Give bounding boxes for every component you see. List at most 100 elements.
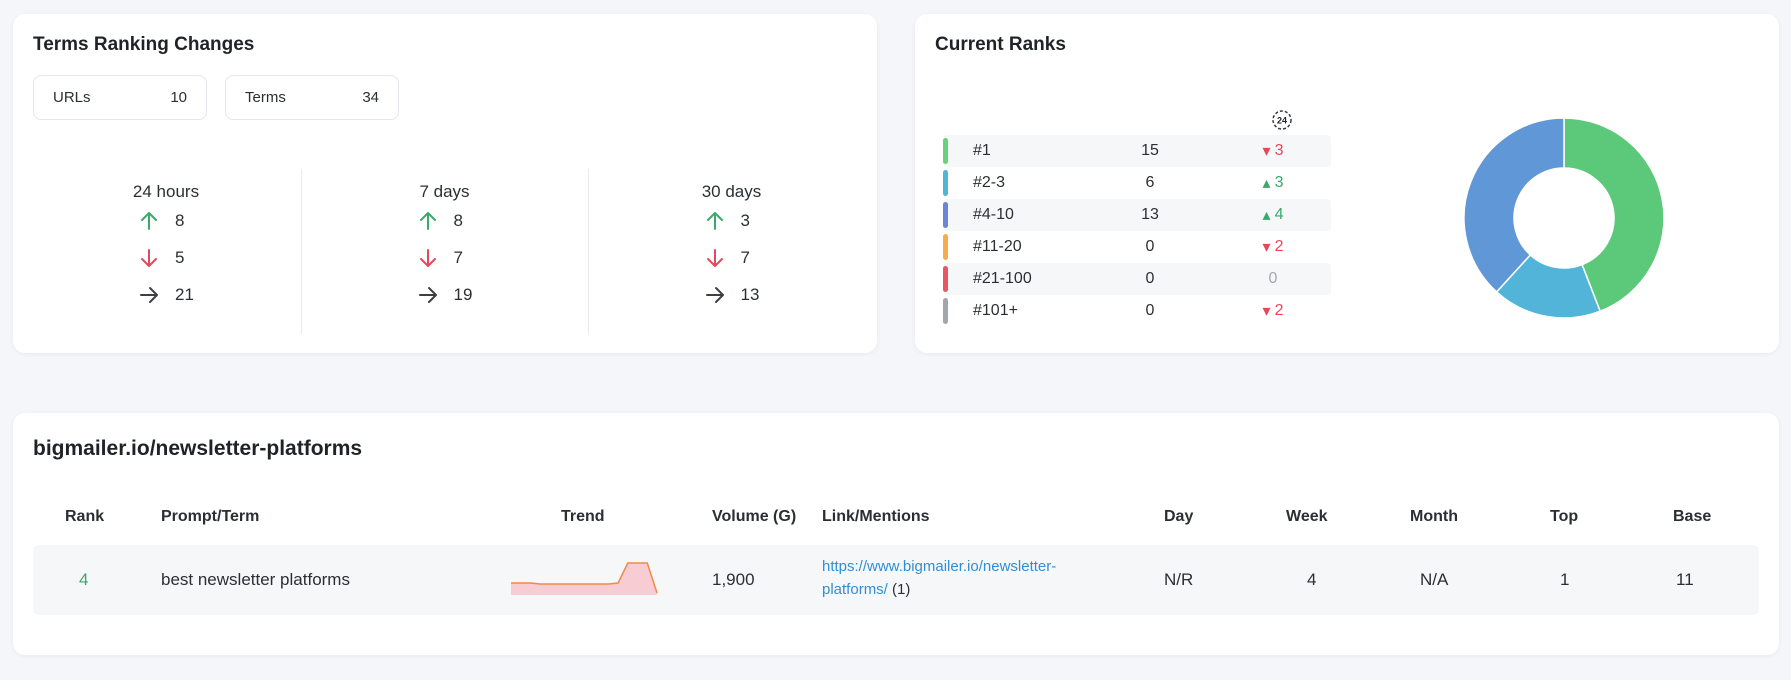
rank-count: 0: [1145, 238, 1155, 255]
flat-count: 19: [453, 284, 473, 304]
period-30d: 30 days 3 7 13: [588, 169, 874, 334]
rank-color-bar: [943, 234, 948, 260]
rank-label: #2-3: [973, 174, 1006, 191]
change-down: 7: [589, 239, 874, 276]
period-24h: 24 hours 8 5 21: [23, 169, 309, 334]
arrow-right-icon: [695, 286, 735, 304]
rank-row: #11-20 0 ▾ 2: [943, 231, 1331, 263]
change-down: 5: [23, 239, 309, 276]
rank-color-bar: [943, 138, 948, 164]
rank-row: #4-10 13 ▴ 4: [943, 199, 1331, 231]
trend-area: [511, 563, 657, 595]
header-month[interactable]: Month: [1410, 508, 1458, 526]
urls-summary: URLs 10: [33, 75, 207, 120]
cell-volume: 1,900: [712, 570, 755, 589]
rank-delta: ▾ 2: [1243, 301, 1303, 321]
link-line-1: https://www.bigmailer.io/newsletter-: [822, 558, 1057, 575]
cell-day: N/R: [1164, 570, 1194, 589]
donut-svg: [1463, 117, 1665, 319]
arrow-up-icon: [408, 211, 448, 231]
header-rank[interactable]: Rank: [65, 508, 104, 526]
up-count: 3: [740, 210, 750, 230]
rank-count: 6: [1145, 174, 1155, 191]
terms-label: Terms: [245, 89, 286, 106]
rank-label: #11-20: [973, 238, 1022, 255]
cell-term: best newsletter platforms: [161, 570, 350, 589]
rank-row: #101+ 0 ▾ 2: [943, 295, 1331, 327]
cell-week: 4: [1307, 570, 1317, 589]
rank-color-bar: [943, 298, 948, 324]
rank-count: 13: [1141, 206, 1159, 223]
rank-donut-chart: [1463, 117, 1665, 324]
cell-trend: [509, 561, 659, 600]
up-count: 8: [453, 210, 463, 230]
change-up: 3: [589, 202, 874, 239]
arrow-down-icon: [129, 248, 169, 268]
arrow-up-icon: [695, 211, 735, 231]
caret-down-icon: ▾: [1262, 303, 1271, 320]
rank-delta-value: 2: [1274, 238, 1284, 255]
header-base[interactable]: Base: [1673, 508, 1711, 526]
rank-color-bar: [943, 170, 948, 196]
rank-count: 0: [1145, 302, 1155, 319]
period-7d: 7 days 8 7 19: [301, 169, 587, 334]
down-count: 7: [453, 247, 463, 267]
header-term[interactable]: Prompt/Term: [161, 508, 259, 526]
url-terms-table-card: bigmailer.io/newsletter-platforms Rank P…: [13, 413, 1779, 655]
rank-delta: ▴ 4: [1243, 205, 1303, 225]
urls-label: URLs: [53, 89, 91, 106]
arrow-right-icon: [129, 286, 169, 304]
rank-label: #4-10: [973, 206, 1014, 223]
header-top[interactable]: Top: [1550, 508, 1578, 526]
rank-row: #2-3 6 ▴ 3: [943, 167, 1331, 199]
header-day[interactable]: Day: [1164, 508, 1193, 526]
rank-label: #101+: [973, 302, 1018, 319]
flat-count: 13: [740, 284, 760, 304]
cell-month: N/A: [1420, 570, 1449, 589]
rank-distribution-list: #1 15 ▾ 3 #2-3 6 ▴ 3 #4-10 13 ▴ 4 #11-20 0 …: [943, 135, 1331, 327]
arrow-up-icon: [129, 211, 169, 231]
rank-color-bar: [943, 266, 948, 292]
header-volume[interactable]: Volume (G): [712, 508, 796, 526]
caret-up-icon: ▴: [1262, 207, 1271, 224]
rank-count: 15: [1141, 142, 1159, 159]
caret-up-icon: ▴: [1262, 175, 1271, 192]
mentions-count: (1): [892, 581, 911, 598]
change-up: 8: [302, 202, 587, 239]
change-down: 7: [302, 239, 587, 276]
rank-delta-value: 2: [1274, 302, 1284, 319]
link-line-2: platforms/: [822, 581, 888, 598]
terms-value: 34: [362, 89, 379, 106]
rank-delta: ▾ 2: [1243, 237, 1303, 257]
flat-count: 21: [175, 284, 194, 304]
rank-color-bar: [943, 202, 948, 228]
period-label: 7 days: [419, 182, 470, 201]
rank-delta-value: 3: [1274, 174, 1284, 191]
page-link[interactable]: https://www.bigmailer.io/newsletter-plat…: [822, 555, 1056, 601]
cell-link: https://www.bigmailer.io/newsletter-plat…: [822, 555, 1056, 601]
rank-label: #21-100: [973, 270, 1032, 287]
rank-delta-value: 4: [1274, 206, 1284, 223]
rank-row: #1 15 ▾ 3: [943, 135, 1331, 167]
caret-down-icon: ▾: [1262, 143, 1271, 160]
rank-delta: 0: [1243, 270, 1303, 288]
history-24h-icon[interactable]: 24: [1270, 108, 1294, 137]
rank-count: 0: [1145, 270, 1155, 287]
url-title: bigmailer.io/newsletter-platforms: [33, 437, 363, 460]
rank-delta: ▾ 3: [1243, 141, 1303, 161]
card-title: Terms Ranking Changes: [33, 34, 255, 55]
header-week[interactable]: Week: [1286, 508, 1328, 526]
header-trend: Trend: [561, 508, 605, 525]
arrow-down-icon: [695, 248, 735, 268]
current-ranks-card: Current Ranks 24 #1 15 ▾ 3 #2-3 6 ▴ 3 #4-1…: [915, 14, 1779, 353]
rank-delta-value: 0: [1268, 270, 1278, 287]
rank-delta-value: 3: [1274, 142, 1284, 159]
change-up: 8: [23, 202, 309, 239]
arrow-down-icon: [408, 248, 448, 268]
rank-delta: ▴ 3: [1243, 173, 1303, 193]
change-flat: 19: [302, 276, 587, 313]
up-count: 8: [175, 210, 185, 230]
rank-row: #21-100 0 0: [943, 263, 1331, 295]
header-link: Link/Mentions: [822, 508, 930, 525]
down-count: 5: [175, 247, 185, 267]
